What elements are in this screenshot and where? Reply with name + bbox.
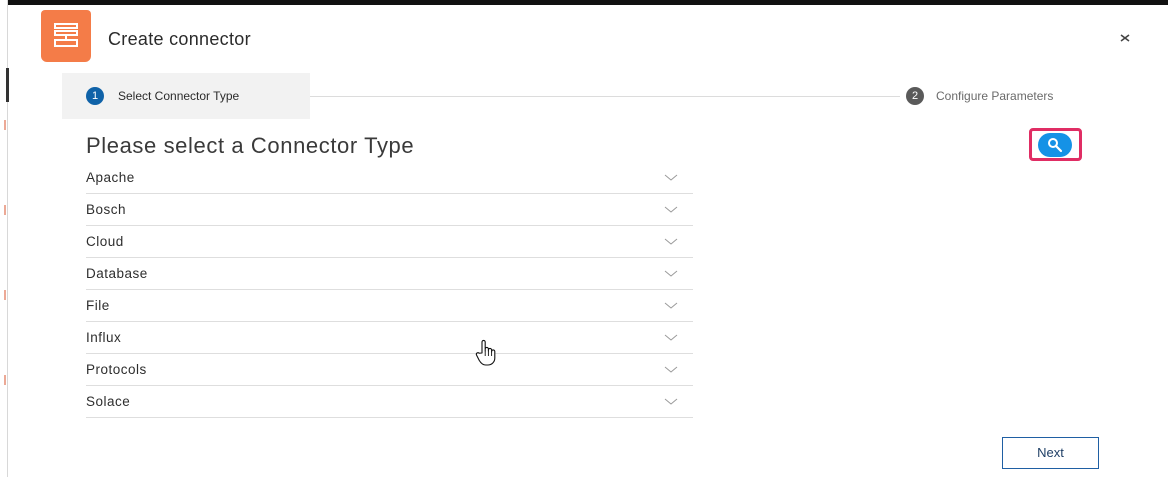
chevron-down-icon bbox=[664, 238, 678, 245]
connector-type-label: Solace bbox=[86, 394, 131, 409]
chevron-down-icon bbox=[664, 174, 678, 181]
connector-type-item[interactable]: File bbox=[86, 290, 693, 322]
connector-type-item[interactable]: Solace bbox=[86, 386, 693, 418]
connector-type-item[interactable]: Protocols bbox=[86, 354, 693, 386]
step-number: 2 bbox=[906, 87, 924, 105]
top-border bbox=[0, 0, 1168, 5]
page-heading: Please select a Connector Type bbox=[86, 133, 415, 158]
step-label: Configure Parameters bbox=[936, 89, 1054, 103]
dialog-title: Create connector bbox=[108, 29, 251, 49]
step-number: 1 bbox=[86, 87, 104, 105]
chevron-down-icon bbox=[664, 334, 678, 341]
next-button[interactable]: Next bbox=[1002, 437, 1099, 469]
hand-cursor-icon bbox=[475, 339, 496, 366]
step-select-connector-type[interactable]: 1 Select Connector Type bbox=[62, 73, 310, 119]
connector-type-label: Protocols bbox=[86, 362, 147, 377]
connector-type-label: File bbox=[86, 298, 110, 313]
chevron-down-icon bbox=[664, 398, 678, 405]
connector-type-item[interactable]: Apache bbox=[86, 162, 693, 194]
connector-type-item[interactable]: Database bbox=[86, 258, 693, 290]
connector-type-label: Database bbox=[86, 266, 148, 281]
connector-type-label: Cloud bbox=[86, 234, 124, 249]
left-edge-marker bbox=[6, 68, 9, 102]
connector-type-item[interactable]: Bosch bbox=[86, 194, 693, 226]
close-icon[interactable] bbox=[1117, 30, 1133, 46]
connector-type-label: Bosch bbox=[86, 202, 127, 217]
connector-type-item[interactable]: Influx bbox=[86, 322, 693, 354]
chevron-down-icon bbox=[664, 302, 678, 309]
connector-type-label: Influx bbox=[86, 330, 122, 345]
connector-type-item[interactable]: Cloud bbox=[86, 226, 693, 258]
create-connector-dialog: Create connector 1 Select Connector Type… bbox=[0, 0, 1168, 477]
chevron-down-icon bbox=[664, 206, 678, 213]
search-button[interactable] bbox=[1038, 133, 1072, 157]
progress-line bbox=[300, 96, 900, 97]
chevron-down-icon bbox=[664, 270, 678, 277]
connector-icon bbox=[41, 10, 91, 62]
step-label: Select Connector Type bbox=[118, 89, 240, 103]
connector-type-label: Apache bbox=[86, 170, 135, 185]
search-icon bbox=[1048, 138, 1063, 153]
connector-type-list: Apache Bosch Cloud Database File Influx … bbox=[86, 162, 693, 418]
chevron-down-icon bbox=[664, 366, 678, 373]
